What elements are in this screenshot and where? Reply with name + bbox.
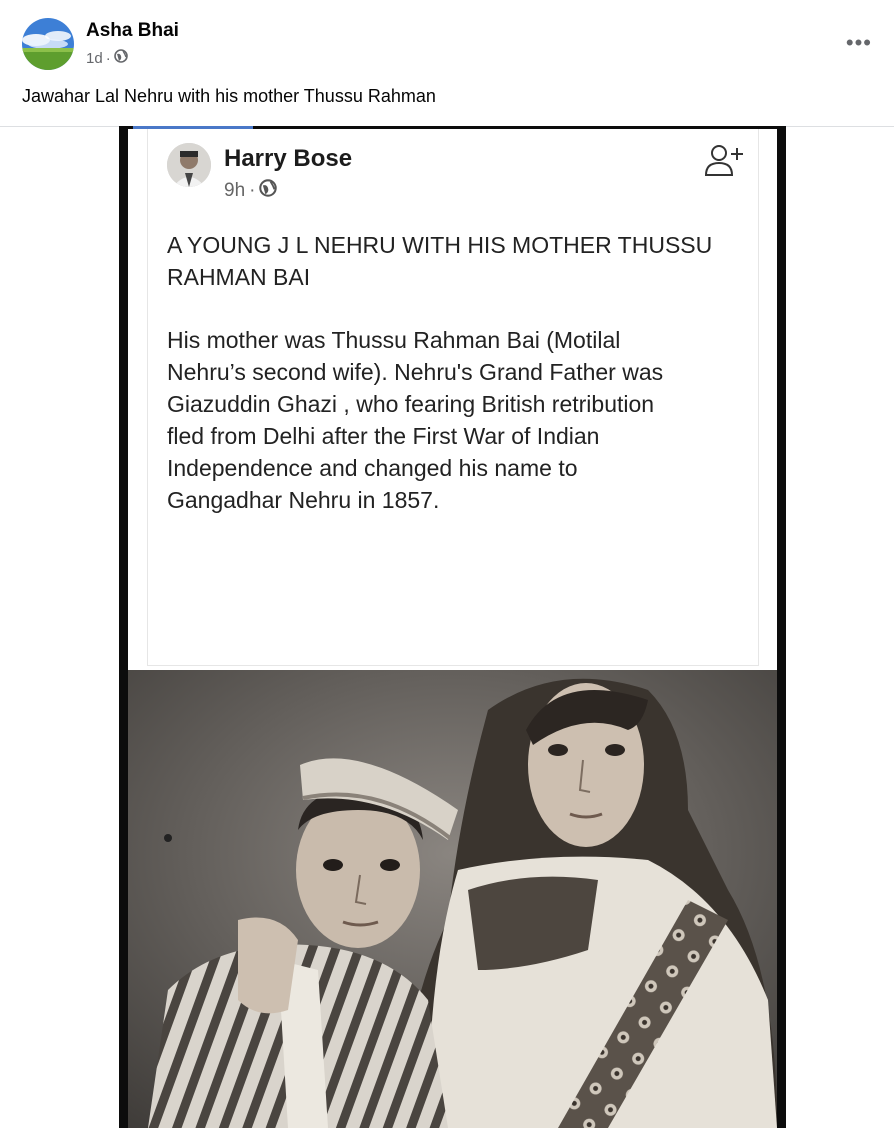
portrait-illustration xyxy=(128,670,777,1128)
shared-post-headline: A YOUNG J L NEHRU WITH HIS MOTHER THUSSU… xyxy=(167,229,757,293)
body-line: His mother was Thussu Rahman Bai (Motila… xyxy=(167,327,621,353)
body-line: Gangadhar Nehru in 1857. xyxy=(167,487,440,513)
post-header: Asha Bhai 1d · ••• Jawahar Lal Nehru wit… xyxy=(0,0,894,127)
shared-meta-separator: · xyxy=(249,180,256,201)
globe-icon[interactable] xyxy=(113,49,128,67)
post-time[interactable]: 1d xyxy=(86,50,103,67)
shared-post-meta: 9h · xyxy=(224,179,278,203)
facebook-post: Asha Bhai 1d · ••• Jawahar Lal Nehru wit… xyxy=(0,0,894,1128)
author-avatar[interactable] xyxy=(22,18,74,70)
globe-icon xyxy=(259,179,278,203)
shared-author-name: Harry Bose xyxy=(224,145,353,172)
shared-post-time: 9h xyxy=(224,180,246,201)
body-line: Nehru’s second wife). Nehru's Grand Fath… xyxy=(167,359,664,385)
shared-screenshot-image[interactable]: Harry Bose 9h · A YOUNG J L NEHRU WITH H… xyxy=(119,126,786,1128)
body-line: Giazuddin Ghazi , who fearing British re… xyxy=(167,391,655,417)
add-friend-icon xyxy=(703,139,747,183)
vintage-portrait-photo xyxy=(128,670,777,1128)
author-name[interactable]: Asha Bhai xyxy=(86,20,179,42)
body-line: fled from Delhi after the First War of I… xyxy=(167,423,600,449)
body-line: Independence and changed his name to xyxy=(167,455,578,481)
meta-separator: · xyxy=(105,49,111,67)
headline-line: A YOUNG J L NEHRU WITH HIS MOTHER THUSSU xyxy=(167,232,713,258)
shared-post-card: Harry Bose 9h · A YOUNG J L NEHRU WITH H… xyxy=(128,129,777,670)
post-meta: 1d · xyxy=(86,49,128,67)
landscape-avatar-icon xyxy=(22,18,74,70)
shared-post-body: His mother was Thussu Rahman Bai (Motila… xyxy=(167,324,757,516)
headline-line: RAHMAN BAI xyxy=(167,264,311,290)
post-caption: Jawahar Lal Nehru with his mother Thussu… xyxy=(22,86,436,106)
shared-author-avatar xyxy=(167,143,211,187)
more-options-icon[interactable]: ••• xyxy=(846,30,872,56)
